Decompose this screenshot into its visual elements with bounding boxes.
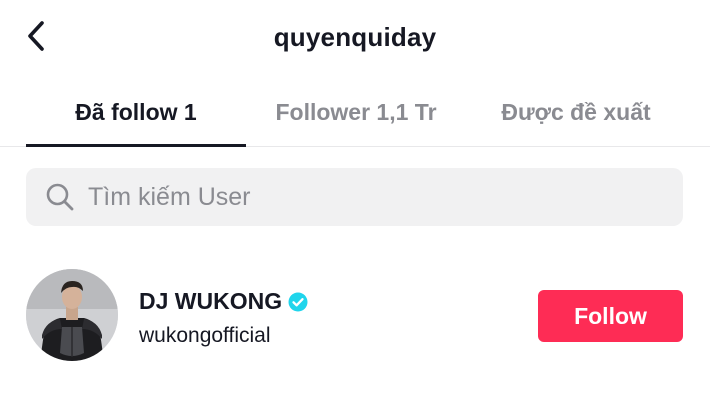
avatar[interactable] bbox=[26, 269, 118, 361]
tab-bar: Đã follow 1 Follower 1,1 Tr Được đề xuất bbox=[0, 78, 710, 147]
verified-badge-icon bbox=[288, 292, 308, 312]
search-icon bbox=[44, 181, 76, 213]
search-bar[interactable] bbox=[26, 168, 683, 226]
tab-followers[interactable]: Follower 1,1 Tr bbox=[246, 78, 466, 146]
list-item[interactable]: DJ WUKONG wukongofficial Follow bbox=[0, 262, 710, 370]
top-bar: quyenquiday bbox=[0, 0, 710, 78]
user-handle: wukongofficial bbox=[139, 324, 271, 347]
active-tab-indicator bbox=[26, 144, 246, 147]
user-name-text: DJ WUKONG bbox=[139, 288, 283, 314]
search-input[interactable] bbox=[86, 176, 650, 218]
tab-suggested[interactable]: Được đề xuất bbox=[466, 78, 686, 146]
follow-button[interactable]: Follow bbox=[538, 290, 683, 342]
tab-following[interactable]: Đã follow 1 bbox=[26, 78, 246, 146]
user-name[interactable]: DJ WUKONG bbox=[139, 288, 308, 315]
page-title: quyenquiday bbox=[273, 22, 437, 52]
